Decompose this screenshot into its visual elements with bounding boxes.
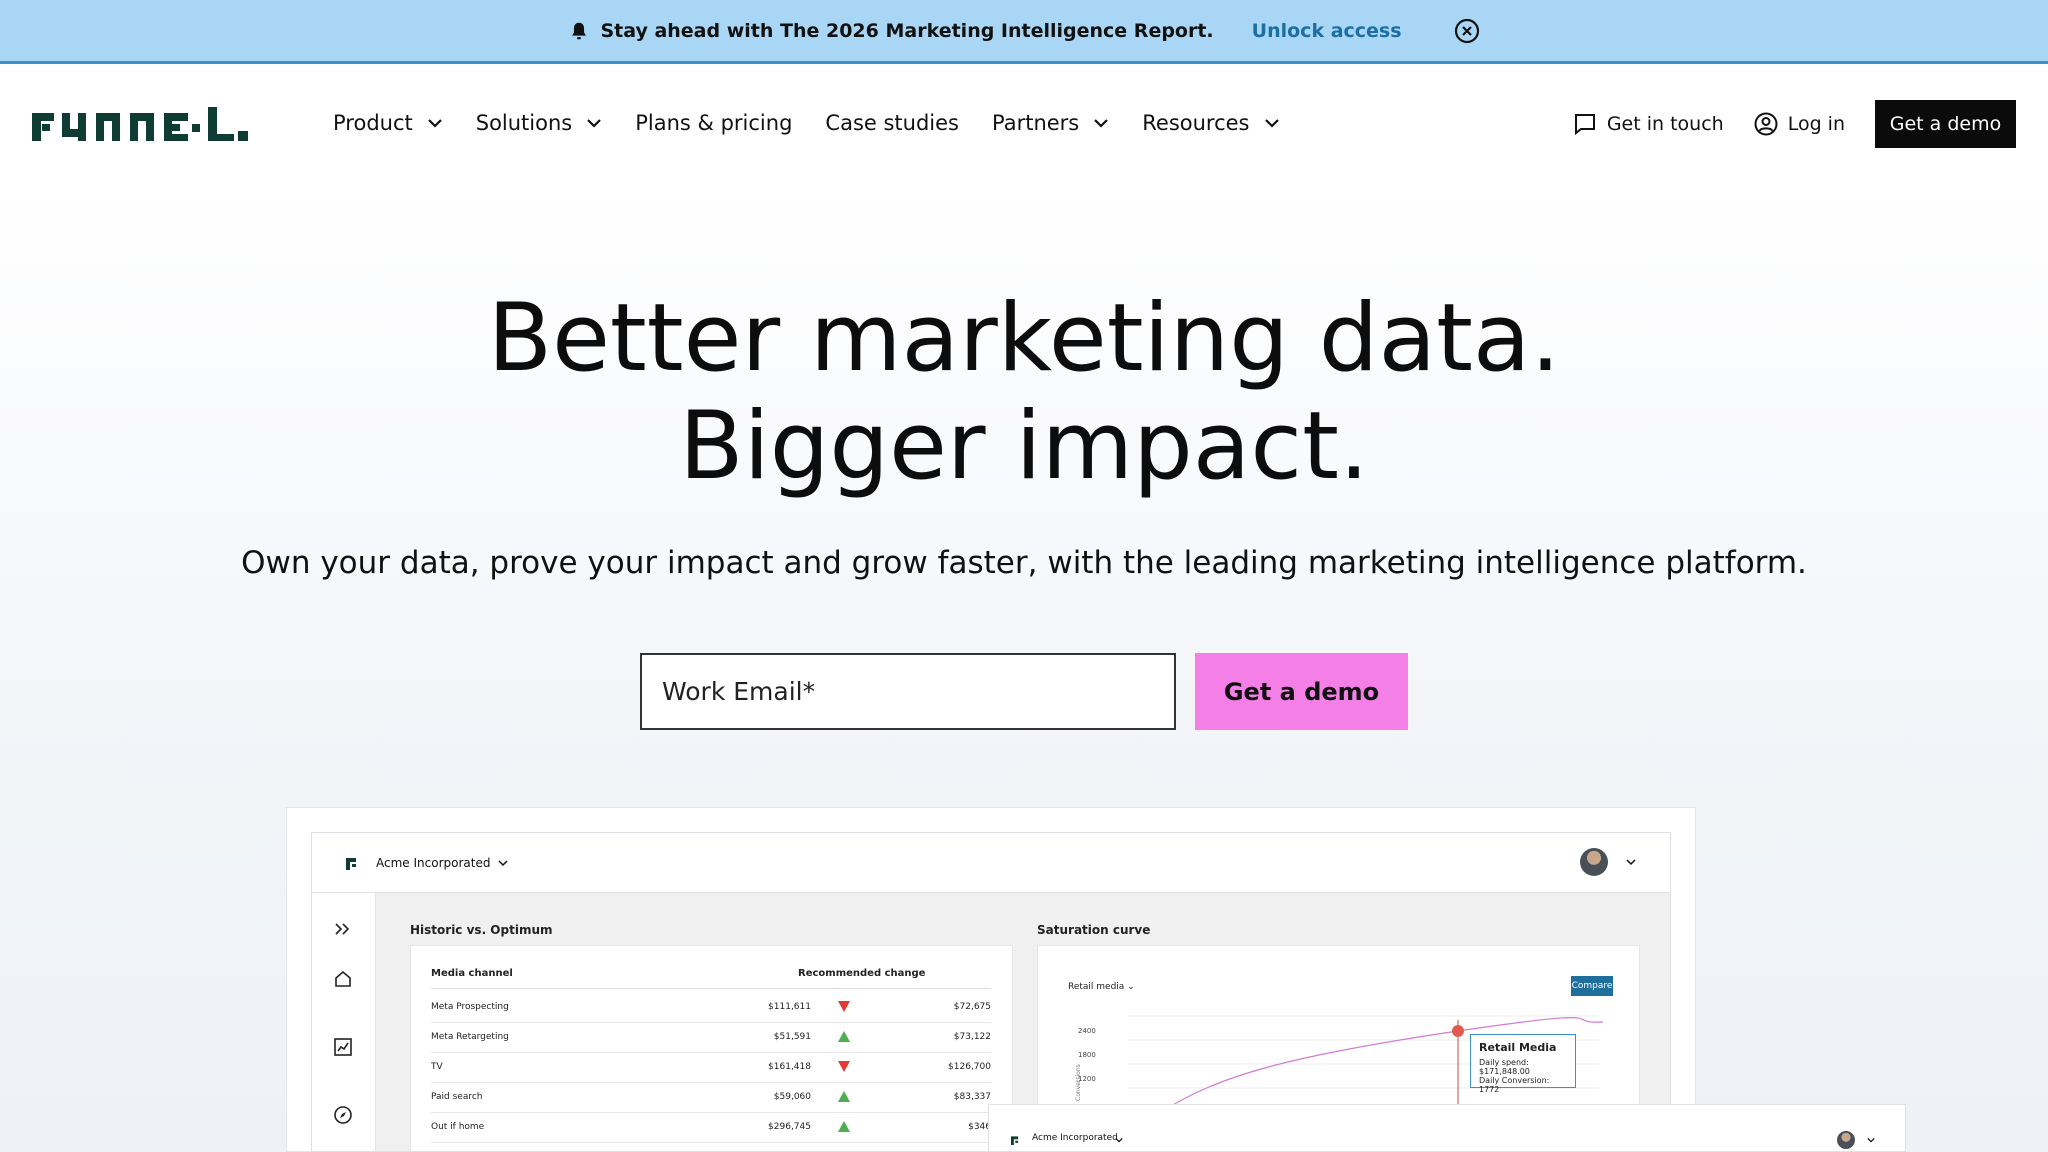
arrow-up-icon [838, 1121, 850, 1135]
menu-partners[interactable]: Partners [992, 108, 1109, 138]
chevron-down-icon [1094, 119, 1109, 128]
menu-resources[interactable]: Resources [1142, 108, 1279, 138]
hero-title-line-1: Better marketing data. [487, 284, 1561, 393]
row-historic: $296,745 [768, 1122, 811, 1132]
row-optimum: $346 [968, 1122, 991, 1132]
col-media-channel: Media channel [431, 968, 513, 979]
table-row: TV $161,418 $126,700 [431, 1053, 991, 1083]
chevron-down-icon [427, 119, 442, 128]
chevron-down-icon [498, 859, 508, 866]
row-optimum: $126,700 [948, 1062, 991, 1072]
chevron-down-icon [1867, 1137, 1875, 1143]
row-optimum: $83,337 [953, 1092, 991, 1102]
primary-menu: Product Solutions Plans & pricing Case s… [333, 108, 1313, 138]
current-point-marker [1452, 1025, 1464, 1037]
unlock-access-link[interactable]: Unlock access [1252, 20, 1402, 42]
chevron-down-icon [1626, 859, 1636, 866]
tooltip-conversion: Daily Conversion: 1772 [1479, 1076, 1550, 1094]
row-historic: $59,060 [773, 1092, 811, 1102]
row-channel: Paid search [431, 1092, 483, 1102]
arrow-down-icon [838, 1061, 850, 1075]
row-optimum: $72,675 [953, 1002, 991, 1012]
bell-icon [572, 22, 587, 39]
mini-org-name: Acme Incorporated [1032, 1133, 1118, 1143]
arrow-down-icon [838, 1001, 850, 1015]
hero-get-demo-button[interactable]: Get a demo [1195, 653, 1408, 730]
expand-icon[interactable] [332, 918, 354, 940]
dash-sidebar [312, 893, 376, 1151]
home-icon[interactable] [332, 968, 354, 990]
table-row: Out if home $296,745 $346 [431, 1113, 991, 1143]
work-email-input[interactable]: Work Email* [640, 653, 1176, 730]
row-channel: Meta Prospecting [431, 1002, 509, 1012]
hero-title-line-2: Bigger impact. [679, 392, 1369, 501]
dash-org-name[interactable]: Acme Incorporated [376, 856, 490, 870]
avatar[interactable] [1580, 848, 1608, 876]
funnel-mark-icon [346, 857, 356, 870]
funnel-logo[interactable] [32, 107, 257, 141]
row-historic: $51,591 [773, 1032, 811, 1042]
table-row: Meta Prospecting $111,611 $72,675 [431, 993, 991, 1023]
historic-table-panel: Media channel Recommended change Meta Pr… [410, 945, 1013, 1151]
close-icon[interactable] [1454, 18, 1480, 44]
nav-get-demo-button[interactable]: Get a demo [1875, 100, 2016, 148]
table-row: Paid search $59,060 $83,337 [431, 1083, 991, 1113]
dash-header: Acme Incorporated [312, 833, 1670, 893]
hero-subtitle: Own your data, prove your impact and gro… [241, 545, 1807, 581]
chevron-down-icon [1115, 1137, 1123, 1143]
arrow-up-icon [838, 1031, 850, 1045]
row-channel: TV [431, 1062, 443, 1072]
compare-button[interactable]: Compare [1571, 976, 1613, 996]
compass-icon[interactable] [332, 1104, 354, 1126]
user-circle-icon [1754, 112, 1778, 136]
hero-title: Better marketing data. Bigger impact. [0, 285, 2048, 501]
chart-tooltip: Retail Media Daily spend: $171,848.00 Da… [1470, 1034, 1576, 1094]
chat-bubble-icon [1574, 114, 1595, 136]
y-tick-2400: 2400 [1078, 1027, 1096, 1035]
saturation-panel-title: Saturation curve [1037, 923, 1151, 937]
chevron-down-icon [1264, 119, 1279, 128]
row-historic: $111,611 [768, 1002, 811, 1012]
chevron-down-icon [587, 119, 602, 128]
tooltip-spend: Daily spend: $171,848.00 [1479, 1058, 1530, 1076]
announcement-banner: Stay ahead with The 2026 Marketing Intel… [0, 0, 2048, 64]
y-tick-1800: 1800 [1078, 1051, 1096, 1059]
row-channel: Meta Retargeting [431, 1032, 509, 1042]
col-recommended-change: Recommended change [798, 968, 926, 979]
table-row: Meta Retargeting $51,591 $73,122 [431, 1023, 991, 1053]
main-nav: Product Solutions Plans & pricing Case s… [0, 67, 2048, 179]
menu-solutions[interactable]: Solutions [476, 108, 603, 138]
secondary-screenshot-card: Acme Incorporated [988, 1104, 1906, 1152]
y-axis-label: Conversions [1075, 1064, 1082, 1101]
retail-media-dropdown[interactable]: Retail media ⌄ [1068, 982, 1135, 992]
tooltip-title: Retail Media [1479, 1041, 1557, 1054]
menu-product[interactable]: Product [333, 108, 443, 138]
get-in-touch-link[interactable]: Get in touch [1573, 112, 1724, 136]
funnel-mark-icon [1011, 1136, 1019, 1145]
row-optimum: $73,122 [953, 1032, 991, 1042]
nav-actions: Get in touch Log in Get a demo [1573, 100, 2016, 148]
row-channel: Out if home [431, 1122, 485, 1132]
chart-icon[interactable] [332, 1036, 354, 1058]
menu-case-studies[interactable]: Case studies [825, 108, 959, 138]
menu-plans-pricing[interactable]: Plans & pricing [635, 108, 792, 138]
log-in-link[interactable]: Log in [1754, 112, 1845, 136]
avatar [1837, 1131, 1855, 1149]
historic-panel-title: Historic vs. Optimum [410, 923, 553, 937]
banner-text: Stay ahead with The 2026 Marketing Intel… [600, 19, 1214, 42]
arrow-up-icon [838, 1091, 850, 1105]
row-historic: $161,418 [768, 1062, 811, 1072]
